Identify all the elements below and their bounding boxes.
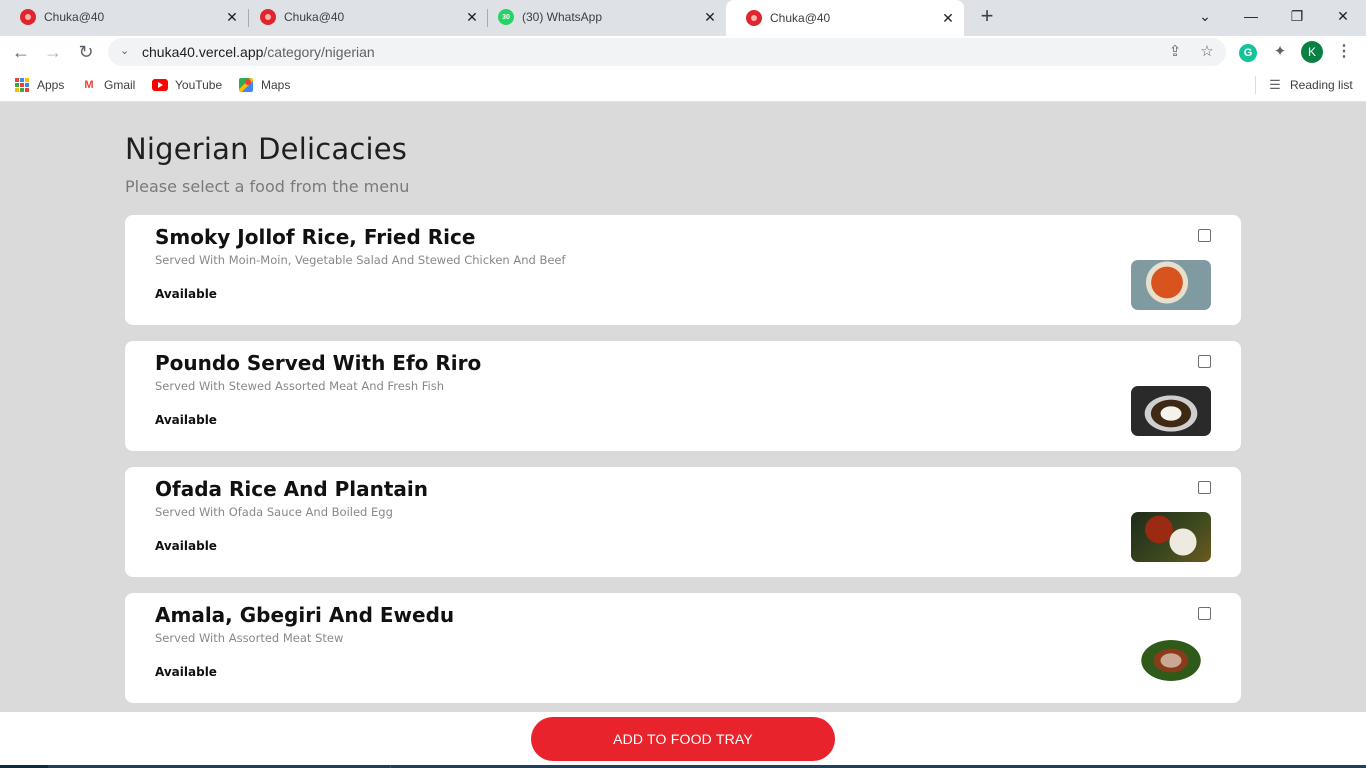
food-select-checkbox[interactable] bbox=[1198, 481, 1211, 494]
browser-tab-4-active[interactable]: Chuka@40 ✕ bbox=[726, 0, 964, 36]
bookmark-label: Gmail bbox=[104, 78, 136, 92]
chuka-favicon-icon bbox=[260, 9, 276, 25]
bookmark-gmail[interactable]: M Gmail bbox=[81, 76, 135, 94]
bookmark-label: YouTube bbox=[175, 78, 223, 92]
close-tab-icon[interactable]: ✕ bbox=[702, 9, 718, 25]
back-icon[interactable]: ← bbox=[9, 40, 33, 64]
reading-list-icon: ☰ bbox=[1269, 77, 1281, 92]
new-tab-button[interactable]: + bbox=[976, 5, 998, 28]
tab-title: Chuka@40 bbox=[44, 10, 105, 24]
whatsapp-favicon-icon: 30 bbox=[498, 9, 514, 25]
reading-list-label: Reading list bbox=[1290, 78, 1353, 92]
ofada-rice-photo bbox=[1131, 512, 1211, 562]
restore-icon[interactable]: ❐ bbox=[1285, 4, 1309, 28]
url-text: chuka40.vercel.app/category/nigerian bbox=[142, 44, 375, 60]
food-card[interactable]: Smoky Jollof Rice, Fried Rice Served Wit… bbox=[125, 215, 1241, 325]
forward-icon[interactable]: → bbox=[41, 40, 65, 64]
chrome-menu-icon[interactable]: ⋮ bbox=[1336, 41, 1352, 63]
food-description: Served With Stewed Assorted Meat And Fre… bbox=[155, 379, 445, 393]
close-tab-icon[interactable]: ✕ bbox=[940, 10, 956, 26]
browser-tab-2[interactable]: Chuka@40 ✕ bbox=[240, 0, 488, 34]
food-card[interactable]: Ofada Rice And Plantain Served With Ofad… bbox=[125, 467, 1241, 577]
food-name: Smoky Jollof Rice, Fried Rice bbox=[155, 225, 476, 249]
tab-title: Chuka@40 bbox=[284, 10, 345, 24]
profile-avatar[interactable]: K bbox=[1301, 41, 1323, 63]
food-select-checkbox[interactable] bbox=[1198, 607, 1211, 620]
tab-title: (30) WhatsApp bbox=[522, 10, 603, 24]
browser-tab-1[interactable]: Chuka@40 ✕ bbox=[0, 0, 248, 34]
chuka-favicon-icon bbox=[746, 10, 762, 26]
footer-bar: ADD TO FOOD TRAY bbox=[0, 712, 1366, 768]
tab-title: Chuka@40 bbox=[770, 11, 831, 25]
food-availability: Available bbox=[155, 665, 217, 679]
browser-toolbar: ← → ↻ ⌄ chuka40.vercel.app/category/nige… bbox=[0, 36, 1366, 68]
site-info-icon[interactable]: ⌄ bbox=[120, 44, 132, 60]
bookmarks-bar: Apps M Gmail YouTube Maps ☰ Reading list bbox=[0, 68, 1366, 102]
browser-tab-strip: Chuka@40 ✕ Chuka@40 ✕ 30 (30) WhatsApp ✕… bbox=[0, 0, 1366, 36]
food-availability: Available bbox=[155, 413, 217, 427]
food-description: Served With Moin-Moin, Vegetable Salad A… bbox=[155, 253, 566, 267]
share-icon[interactable]: ⇪ bbox=[1166, 43, 1184, 61]
food-select-checkbox[interactable] bbox=[1198, 229, 1211, 242]
bookmark-label: Apps bbox=[37, 78, 65, 92]
bookmark-star-icon[interactable]: ☆ bbox=[1198, 43, 1216, 61]
bookmark-maps[interactable]: Maps bbox=[238, 76, 290, 94]
url-host: chuka40.vercel.app bbox=[142, 44, 264, 60]
browser-tab-3[interactable]: 30 (30) WhatsApp ✕ bbox=[478, 0, 726, 34]
bookmark-youtube[interactable]: YouTube bbox=[152, 76, 222, 94]
food-availability: Available bbox=[155, 287, 217, 301]
close-window-icon[interactable]: ✕ bbox=[1331, 4, 1355, 28]
minimize-icon[interactable]: — bbox=[1239, 4, 1263, 28]
poundo-efo-riro-photo bbox=[1131, 386, 1211, 436]
page-subtitle: Please select a food from the menu bbox=[125, 177, 410, 196]
page-title: Nigerian Delicacies bbox=[125, 132, 408, 166]
food-name: Ofada Rice And Plantain bbox=[155, 477, 429, 501]
close-tab-icon[interactable]: ✕ bbox=[224, 9, 240, 25]
add-to-food-tray-button[interactable]: ADD TO FOOD TRAY bbox=[531, 717, 835, 761]
food-card[interactable]: Poundo Served With Efo Riro Served With … bbox=[125, 341, 1241, 451]
bookmark-apps[interactable]: Apps bbox=[14, 76, 64, 94]
extensions-puzzle-icon[interactable]: ✦ bbox=[1270, 42, 1290, 62]
jollof-rice-photo bbox=[1131, 260, 1211, 310]
food-availability: Available bbox=[155, 539, 217, 553]
chuka-favicon-icon bbox=[20, 9, 36, 25]
bookmark-label: Maps bbox=[261, 78, 291, 92]
food-select-checkbox[interactable] bbox=[1198, 355, 1211, 368]
gmail-icon: M bbox=[84, 79, 94, 91]
food-name: Poundo Served With Efo Riro bbox=[155, 351, 482, 375]
page-content: Nigerian Delicacies Please select a food… bbox=[0, 102, 1366, 712]
food-description: Served With Assorted Meat Stew bbox=[155, 631, 344, 645]
food-description: Served With Ofada Sauce And Boiled Egg bbox=[155, 505, 393, 519]
reading-list-button[interactable]: ☰ Reading list bbox=[1267, 76, 1353, 94]
apps-grid-icon bbox=[14, 77, 30, 93]
url-path: /category/nigerian bbox=[263, 44, 375, 60]
bookmarks-divider bbox=[1255, 76, 1256, 94]
amala-gbegiri-photo bbox=[1131, 638, 1211, 688]
food-card[interactable]: Amala, Gbegiri And Ewedu Served With Ass… bbox=[125, 593, 1241, 703]
reload-icon[interactable]: ↻ bbox=[74, 40, 98, 64]
address-bar[interactable]: ⌄ chuka40.vercel.app/category/nigerian ⇪… bbox=[108, 38, 1226, 66]
food-name: Amala, Gbegiri And Ewedu bbox=[155, 603, 455, 627]
tab-search-icon[interactable]: ⌄ bbox=[1193, 4, 1217, 28]
grammarly-extension-icon[interactable]: G bbox=[1239, 44, 1257, 62]
maps-icon bbox=[238, 77, 254, 93]
youtube-icon bbox=[152, 77, 168, 93]
